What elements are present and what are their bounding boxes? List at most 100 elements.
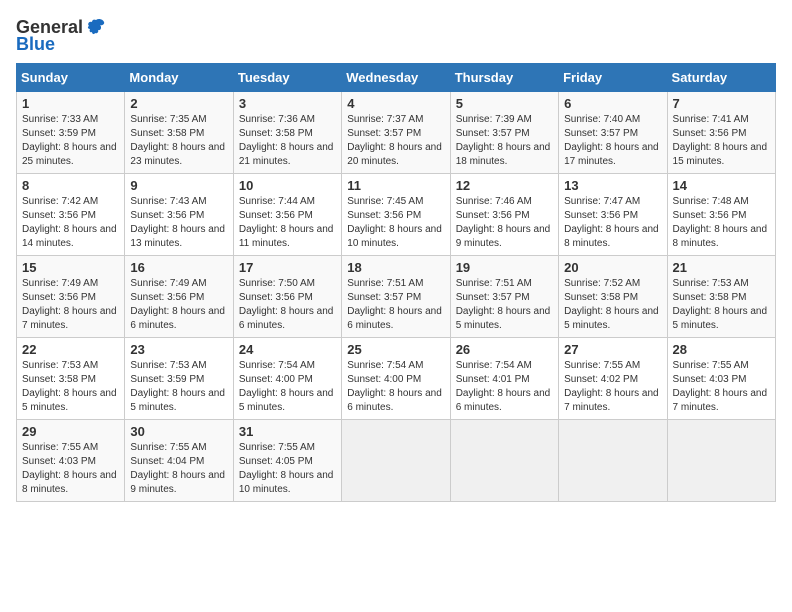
day-number: 24	[239, 342, 336, 357]
weekday-header-row: SundayMondayTuesdayWednesdayThursdayFrid…	[17, 64, 776, 92]
day-number: 25	[347, 342, 444, 357]
day-number: 7	[673, 96, 770, 111]
calendar-cell: 25 Sunrise: 7:54 AM Sunset: 4:00 PM Dayl…	[342, 338, 450, 420]
day-info: Sunrise: 7:41 AM Sunset: 3:56 PM Dayligh…	[673, 113, 770, 169]
calendar-cell: 9 Sunrise: 7:43 AM Sunset: 3:56 PM Dayli…	[125, 174, 233, 256]
day-info: Sunrise: 7:49 AM Sunset: 3:56 PM Dayligh…	[22, 277, 119, 333]
day-info: Sunrise: 7:54 AM Sunset: 4:01 PM Dayligh…	[456, 359, 553, 415]
day-info: Sunrise: 7:37 AM Sunset: 3:57 PM Dayligh…	[347, 113, 444, 169]
day-number: 20	[564, 260, 661, 275]
day-number: 15	[22, 260, 119, 275]
calendar-body: 1 Sunrise: 7:33 AM Sunset: 3:59 PM Dayli…	[17, 92, 776, 502]
header: General Blue	[16, 16, 776, 55]
day-number: 14	[673, 178, 770, 193]
day-number: 2	[130, 96, 227, 111]
day-number: 1	[22, 96, 119, 111]
day-number: 17	[239, 260, 336, 275]
calendar-cell: 7 Sunrise: 7:41 AM Sunset: 3:56 PM Dayli…	[667, 92, 775, 174]
day-number: 23	[130, 342, 227, 357]
calendar-week-row: 29 Sunrise: 7:55 AM Sunset: 4:03 PM Dayl…	[17, 420, 776, 502]
calendar-week-row: 1 Sunrise: 7:33 AM Sunset: 3:59 PM Dayli…	[17, 92, 776, 174]
day-number: 9	[130, 178, 227, 193]
calendar-cell: 3 Sunrise: 7:36 AM Sunset: 3:58 PM Dayli…	[233, 92, 341, 174]
day-number: 13	[564, 178, 661, 193]
calendar-cell: 19 Sunrise: 7:51 AM Sunset: 3:57 PM Dayl…	[450, 256, 558, 338]
day-number: 5	[456, 96, 553, 111]
calendar-cell: 24 Sunrise: 7:54 AM Sunset: 4:00 PM Dayl…	[233, 338, 341, 420]
weekday-header-friday: Friday	[559, 64, 667, 92]
calendar-cell: 30 Sunrise: 7:55 AM Sunset: 4:04 PM Dayl…	[125, 420, 233, 502]
calendar-cell: 21 Sunrise: 7:53 AM Sunset: 3:58 PM Dayl…	[667, 256, 775, 338]
day-number: 8	[22, 178, 119, 193]
calendar-cell: 15 Sunrise: 7:49 AM Sunset: 3:56 PM Dayl…	[17, 256, 125, 338]
day-info: Sunrise: 7:55 AM Sunset: 4:03 PM Dayligh…	[673, 359, 770, 415]
calendar-cell	[667, 420, 775, 502]
day-info: Sunrise: 7:33 AM Sunset: 3:59 PM Dayligh…	[22, 113, 119, 169]
calendar-table: SundayMondayTuesdayWednesdayThursdayFrid…	[16, 63, 776, 502]
day-number: 10	[239, 178, 336, 193]
day-info: Sunrise: 7:53 AM Sunset: 3:58 PM Dayligh…	[673, 277, 770, 333]
day-number: 21	[673, 260, 770, 275]
calendar-cell: 8 Sunrise: 7:42 AM Sunset: 3:56 PM Dayli…	[17, 174, 125, 256]
day-number: 18	[347, 260, 444, 275]
day-info: Sunrise: 7:39 AM Sunset: 3:57 PM Dayligh…	[456, 113, 553, 169]
day-info: Sunrise: 7:54 AM Sunset: 4:00 PM Dayligh…	[239, 359, 336, 415]
day-number: 30	[130, 424, 227, 439]
calendar-week-row: 15 Sunrise: 7:49 AM Sunset: 3:56 PM Dayl…	[17, 256, 776, 338]
day-info: Sunrise: 7:40 AM Sunset: 3:57 PM Dayligh…	[564, 113, 661, 169]
day-info: Sunrise: 7:48 AM Sunset: 3:56 PM Dayligh…	[673, 195, 770, 251]
day-info: Sunrise: 7:42 AM Sunset: 3:56 PM Dayligh…	[22, 195, 119, 251]
day-info: Sunrise: 7:49 AM Sunset: 3:56 PM Dayligh…	[130, 277, 227, 333]
calendar-cell: 20 Sunrise: 7:52 AM Sunset: 3:58 PM Dayl…	[559, 256, 667, 338]
calendar-cell: 28 Sunrise: 7:55 AM Sunset: 4:03 PM Dayl…	[667, 338, 775, 420]
day-number: 29	[22, 424, 119, 439]
calendar-cell: 31 Sunrise: 7:55 AM Sunset: 4:05 PM Dayl…	[233, 420, 341, 502]
calendar-header: SundayMondayTuesdayWednesdayThursdayFrid…	[17, 64, 776, 92]
calendar-week-row: 8 Sunrise: 7:42 AM Sunset: 3:56 PM Dayli…	[17, 174, 776, 256]
day-info: Sunrise: 7:35 AM Sunset: 3:58 PM Dayligh…	[130, 113, 227, 169]
day-info: Sunrise: 7:53 AM Sunset: 3:59 PM Dayligh…	[130, 359, 227, 415]
calendar-cell: 5 Sunrise: 7:39 AM Sunset: 3:57 PM Dayli…	[450, 92, 558, 174]
calendar-cell: 26 Sunrise: 7:54 AM Sunset: 4:01 PM Dayl…	[450, 338, 558, 420]
calendar-cell	[342, 420, 450, 502]
day-number: 12	[456, 178, 553, 193]
day-info: Sunrise: 7:47 AM Sunset: 3:56 PM Dayligh…	[564, 195, 661, 251]
day-number: 6	[564, 96, 661, 111]
calendar-cell: 23 Sunrise: 7:53 AM Sunset: 3:59 PM Dayl…	[125, 338, 233, 420]
day-info: Sunrise: 7:53 AM Sunset: 3:58 PM Dayligh…	[22, 359, 119, 415]
day-info: Sunrise: 7:36 AM Sunset: 3:58 PM Dayligh…	[239, 113, 336, 169]
calendar-cell: 29 Sunrise: 7:55 AM Sunset: 4:03 PM Dayl…	[17, 420, 125, 502]
day-info: Sunrise: 7:44 AM Sunset: 3:56 PM Dayligh…	[239, 195, 336, 251]
calendar-cell: 16 Sunrise: 7:49 AM Sunset: 3:56 PM Dayl…	[125, 256, 233, 338]
day-info: Sunrise: 7:43 AM Sunset: 3:56 PM Dayligh…	[130, 195, 227, 251]
calendar-cell: 4 Sunrise: 7:37 AM Sunset: 3:57 PM Dayli…	[342, 92, 450, 174]
calendar-cell: 13 Sunrise: 7:47 AM Sunset: 3:56 PM Dayl…	[559, 174, 667, 256]
day-info: Sunrise: 7:55 AM Sunset: 4:02 PM Dayligh…	[564, 359, 661, 415]
calendar-cell: 18 Sunrise: 7:51 AM Sunset: 3:57 PM Dayl…	[342, 256, 450, 338]
day-info: Sunrise: 7:45 AM Sunset: 3:56 PM Dayligh…	[347, 195, 444, 251]
day-info: Sunrise: 7:50 AM Sunset: 3:56 PM Dayligh…	[239, 277, 336, 333]
weekday-header-monday: Monday	[125, 64, 233, 92]
calendar-cell: 27 Sunrise: 7:55 AM Sunset: 4:02 PM Dayl…	[559, 338, 667, 420]
calendar-cell: 11 Sunrise: 7:45 AM Sunset: 3:56 PM Dayl…	[342, 174, 450, 256]
day-number: 3	[239, 96, 336, 111]
calendar-cell	[450, 420, 558, 502]
calendar-cell: 14 Sunrise: 7:48 AM Sunset: 3:56 PM Dayl…	[667, 174, 775, 256]
day-number: 22	[22, 342, 119, 357]
day-number: 4	[347, 96, 444, 111]
logo: General Blue	[16, 16, 107, 55]
day-info: Sunrise: 7:51 AM Sunset: 3:57 PM Dayligh…	[347, 277, 444, 333]
calendar-cell: 6 Sunrise: 7:40 AM Sunset: 3:57 PM Dayli…	[559, 92, 667, 174]
calendar-cell: 10 Sunrise: 7:44 AM Sunset: 3:56 PM Dayl…	[233, 174, 341, 256]
calendar-cell: 22 Sunrise: 7:53 AM Sunset: 3:58 PM Dayl…	[17, 338, 125, 420]
day-number: 19	[456, 260, 553, 275]
weekday-header-wednesday: Wednesday	[342, 64, 450, 92]
weekday-header-thursday: Thursday	[450, 64, 558, 92]
calendar-cell	[559, 420, 667, 502]
calendar-cell: 1 Sunrise: 7:33 AM Sunset: 3:59 PM Dayli…	[17, 92, 125, 174]
day-info: Sunrise: 7:54 AM Sunset: 4:00 PM Dayligh…	[347, 359, 444, 415]
weekday-header-tuesday: Tuesday	[233, 64, 341, 92]
weekday-header-saturday: Saturday	[667, 64, 775, 92]
day-number: 28	[673, 342, 770, 357]
day-number: 27	[564, 342, 661, 357]
